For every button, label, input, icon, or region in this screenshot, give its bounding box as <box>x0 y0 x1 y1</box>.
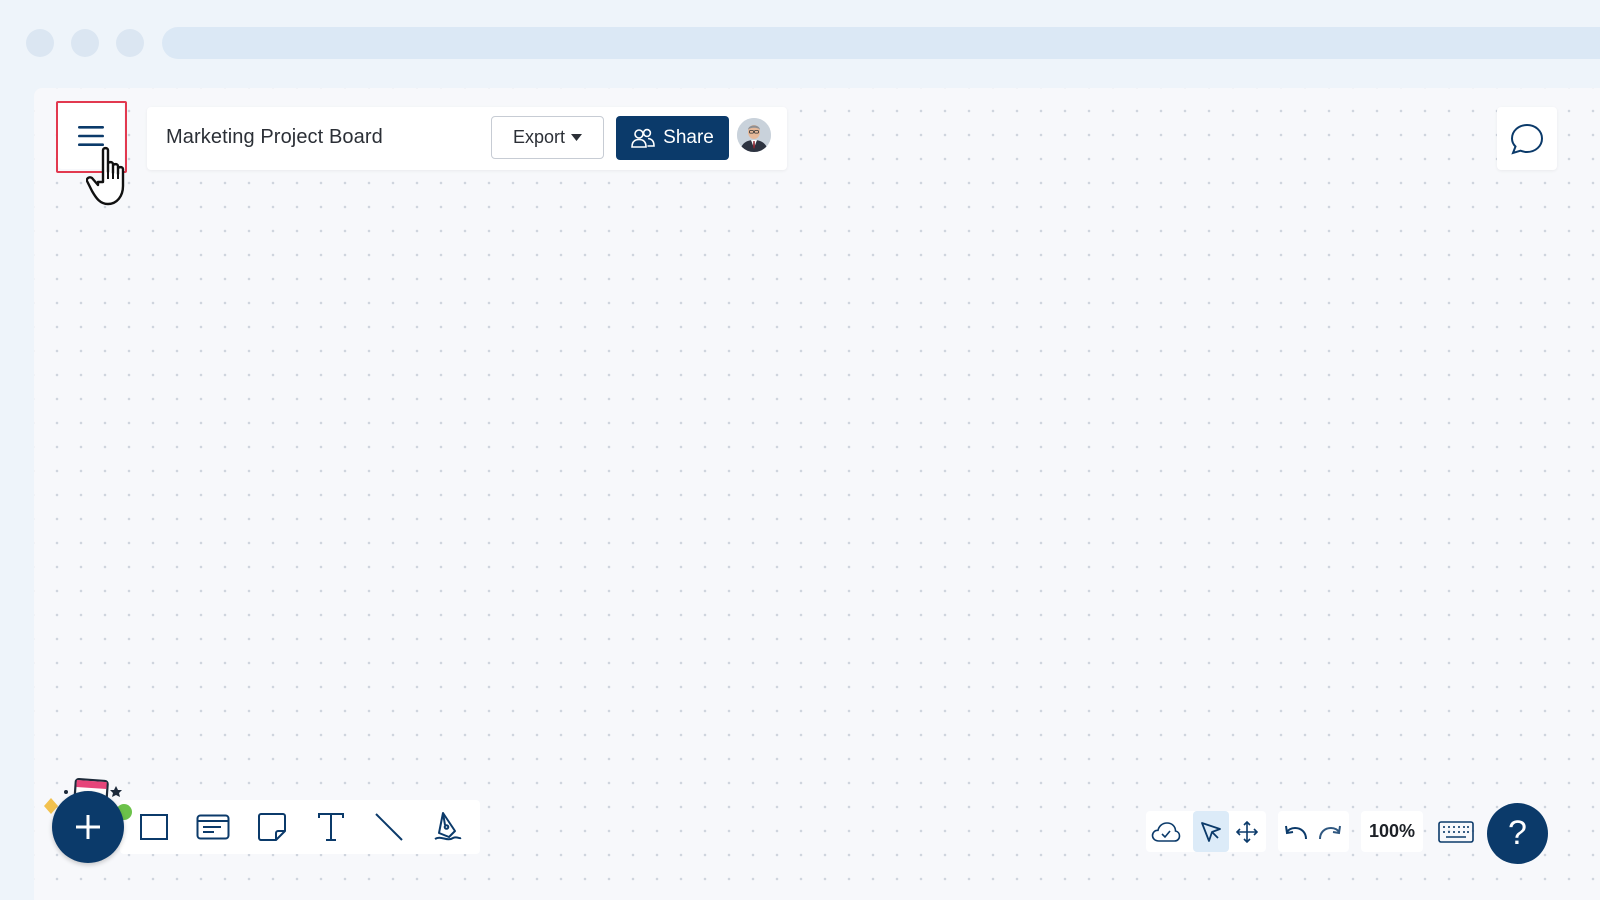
sticky-note-icon <box>258 813 286 841</box>
help-icon: ? <box>1508 814 1527 852</box>
select-arrow-icon <box>1201 821 1221 842</box>
window-dot-2 <box>71 29 99 57</box>
keyboard-shortcuts-button[interactable] <box>1436 811 1476 852</box>
line-icon <box>375 813 403 841</box>
text-tool[interactable] <box>311 808 351 846</box>
redo-icon <box>1319 825 1341 839</box>
whiteboard-canvas[interactable] <box>34 88 1600 900</box>
share-label: Share <box>663 127 714 148</box>
card-icon <box>196 814 230 840</box>
board-title[interactable]: Marketing Project Board <box>166 126 383 149</box>
address-bar[interactable] <box>162 27 1600 59</box>
redo-button[interactable] <box>1312 811 1348 852</box>
comments-button[interactable] <box>1497 107 1557 170</box>
add-button[interactable] <box>52 791 124 863</box>
pan-mode-button[interactable] <box>1229 811 1265 852</box>
undo-button[interactable] <box>1278 811 1314 852</box>
line-tool[interactable] <box>369 808 409 846</box>
pointer-hand-icon <box>86 146 125 206</box>
export-label: Export <box>512 127 566 147</box>
board-header: Marketing Project Board Export Share <box>147 107 787 170</box>
users-icon <box>631 128 655 148</box>
window-dot-1 <box>26 29 54 57</box>
sync-status-button[interactable] <box>1148 811 1184 852</box>
zoom-level[interactable]: 100% <box>1361 811 1423 852</box>
cloud-sync-icon <box>1151 821 1181 842</box>
shape-toolbar <box>120 800 480 854</box>
pen-icon <box>434 812 462 841</box>
export-button[interactable]: Export <box>491 116 604 159</box>
comment-icon <box>1510 123 1544 155</box>
caret-down-icon <box>571 134 583 141</box>
pen-tool[interactable] <box>428 808 468 846</box>
rectangle-icon <box>140 814 168 840</box>
window-dot-3 <box>116 29 144 57</box>
text-icon <box>318 813 344 841</box>
pan-icon <box>1236 820 1258 843</box>
history-controls <box>1278 811 1349 852</box>
undo-icon <box>1285 825 1307 839</box>
mode-controls <box>1146 811 1266 852</box>
help-button[interactable]: ? <box>1487 803 1548 864</box>
plus-icon <box>76 815 100 839</box>
select-mode-button[interactable] <box>1193 811 1229 852</box>
sticky-note-tool[interactable] <box>252 808 292 846</box>
keyboard-icon <box>1438 820 1474 843</box>
avatar[interactable] <box>737 118 771 152</box>
card-tool[interactable] <box>193 808 233 846</box>
share-button[interactable]: Share <box>616 116 729 160</box>
rectangle-tool[interactable] <box>134 808 174 846</box>
hamburger-icon <box>78 126 104 146</box>
